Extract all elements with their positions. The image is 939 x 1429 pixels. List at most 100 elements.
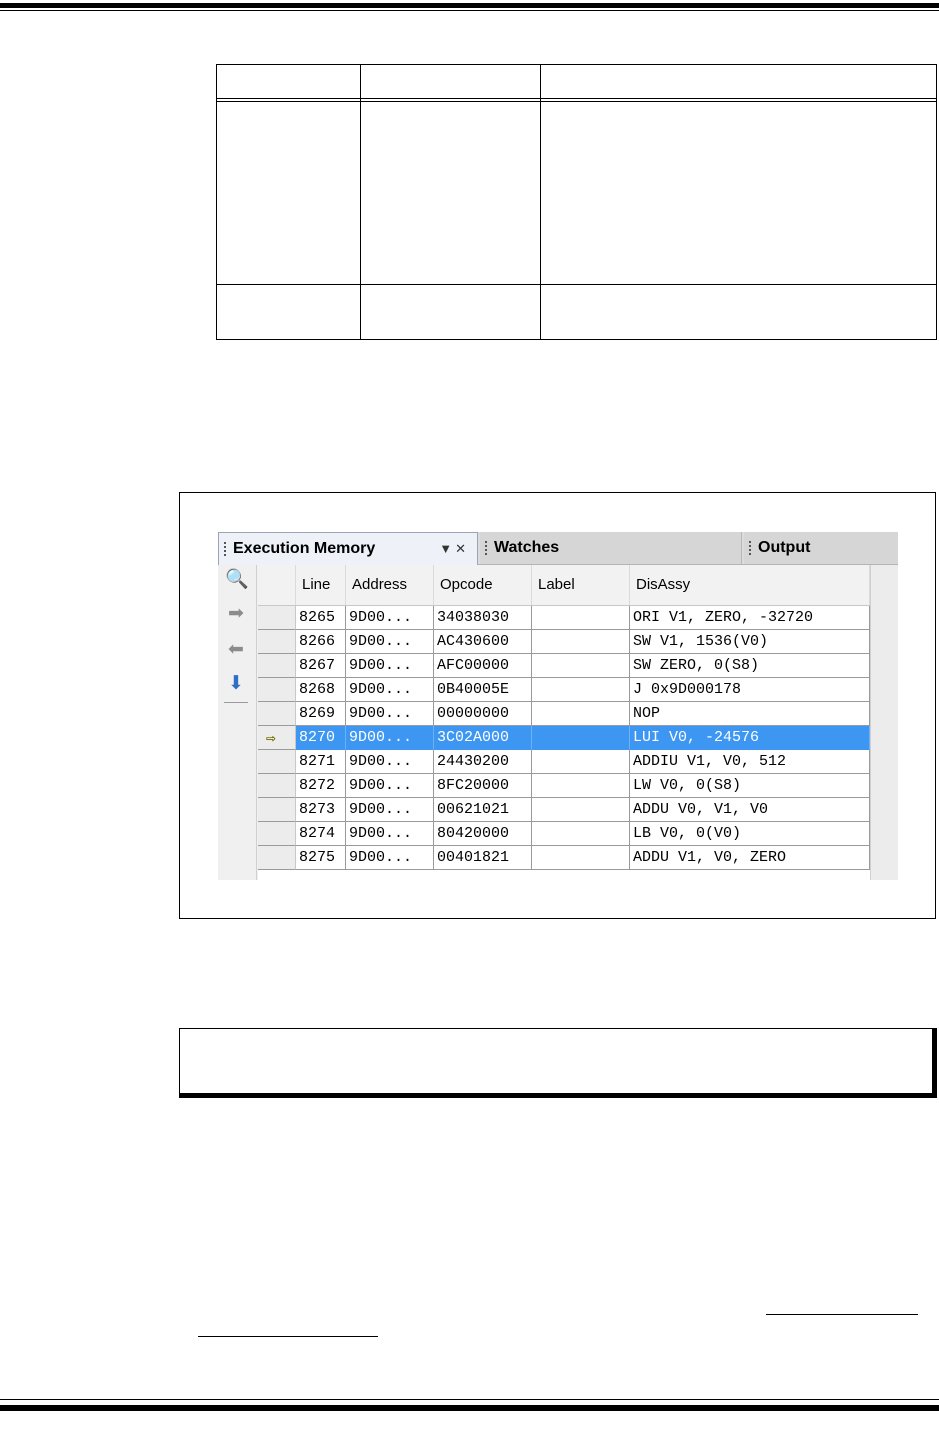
header-rule-thick (0, 3, 939, 8)
cell-line: 8268 (296, 678, 346, 702)
cell-disassy: LW V0, 0(S8) (630, 774, 870, 798)
tab-bar: Execution Memory ▼✕ Watches Output (218, 532, 898, 565)
tab-output[interactable]: Output (744, 532, 898, 564)
hyperlink-underline[interactable] (766, 1314, 918, 1315)
document-table (216, 64, 937, 340)
vertical-scrollbar[interactable] (870, 565, 898, 880)
cell-disassy: LB V0, 0(V0) (630, 822, 870, 846)
table-row-divider (217, 284, 936, 285)
cell-disassy: J 0x9D000178 (630, 678, 870, 702)
gutter-cell (258, 678, 296, 702)
cell-address: 9D00... (346, 702, 434, 726)
table-column-divider (360, 65, 361, 339)
cell-opcode: 80420000 (434, 822, 532, 846)
table-row[interactable]: 8265 9D00... 34038030 ORI V1, ZERO, -32720 (258, 606, 870, 630)
footer-rule-thin (0, 1399, 939, 1400)
table-row[interactable]: 8267 9D00... AFC00000 SW ZERO, 0(S8) (258, 654, 870, 678)
table-row-current[interactable]: ⇨ 8270 9D00... 3C02A000 LUI V0, -24576 (258, 726, 870, 750)
header-rule-thin (0, 10, 939, 11)
cell-line: 8269 (296, 702, 346, 726)
drag-grip-icon[interactable] (485, 541, 487, 555)
gutter-cell (258, 822, 296, 846)
cell-opcode: 00401821 (434, 846, 532, 870)
table-row[interactable]: 8266 9D00... AC430600 SW V1, 1536(V0) (258, 630, 870, 654)
tab-label: Watches (494, 539, 560, 556)
tab-label: Execution Memory (233, 540, 376, 557)
cell-label (532, 798, 630, 822)
tab-menu-and-close-icons[interactable]: ▼✕ (439, 533, 469, 565)
cell-label (532, 630, 630, 654)
column-header-address[interactable]: Address (346, 565, 434, 605)
cell-line: 8275 (296, 846, 346, 870)
column-header-disassy[interactable]: DisAssy (630, 565, 870, 605)
table-row[interactable]: 8273 9D00... 00621021 ADDU V0, V1, V0 (258, 798, 870, 822)
cell-label (532, 846, 630, 870)
table-row[interactable]: 8272 9D00... 8FC20000 LW V0, 0(S8) (258, 774, 870, 798)
cell-label (532, 678, 630, 702)
table-column-divider (540, 65, 541, 339)
cell-address: 9D00... (346, 774, 434, 798)
table-row[interactable]: 8274 9D00... 80420000 LB V0, 0(V0) (258, 822, 870, 846)
cell-line: 8265 (296, 606, 346, 630)
drag-grip-icon[interactable] (749, 541, 751, 555)
footer-rule-thick (0, 1405, 939, 1411)
column-header-line[interactable]: Line (296, 565, 346, 605)
cell-opcode: AC430600 (434, 630, 532, 654)
cell-opcode: 3C02A000 (434, 726, 532, 750)
table-row[interactable]: 8268 9D00... 0B40005E J 0x9D000178 (258, 678, 870, 702)
cell-address: 9D00... (346, 750, 434, 774)
go-to-pc-icon[interactable]: ⬇ (225, 673, 247, 695)
cell-line: 8266 (296, 630, 346, 654)
cell-disassy: ADDU V0, V1, V0 (630, 798, 870, 822)
cell-disassy: ADDIU V1, V0, 512 (630, 750, 870, 774)
cell-label (532, 822, 630, 846)
gutter-cell (258, 798, 296, 822)
hyperlink-underline[interactable] (198, 1336, 378, 1337)
cell-opcode: 8FC20000 (434, 774, 532, 798)
program-counter-arrow-icon: ⇨ (266, 730, 276, 748)
cell-address: 9D00... (346, 726, 434, 750)
cell-disassy: ADDU V1, V0, ZERO (630, 846, 870, 870)
gutter-cell (258, 774, 296, 798)
table-row[interactable]: 8269 9D00... 00000000 NOP (258, 702, 870, 726)
cell-line: 8267 (296, 654, 346, 678)
cell-address: 9D00... (346, 654, 434, 678)
go-back-icon[interactable]: ⬅ (225, 639, 247, 661)
gutter-cell (258, 630, 296, 654)
gutter-cell (258, 606, 296, 630)
tab-execution-memory[interactable]: Execution Memory ▼✕ (218, 532, 478, 565)
cell-label (532, 774, 630, 798)
gutter-cell (258, 702, 296, 726)
memory-toolbar: 🔍 ➡ ⬅ ⬇ (218, 565, 257, 880)
cell-disassy: NOP (630, 702, 870, 726)
table-header: Line Address Opcode Label DisAssy (258, 565, 870, 606)
cell-disassy: SW V1, 1536(V0) (630, 630, 870, 654)
cell-line: 8271 (296, 750, 346, 774)
table-row[interactable]: 8271 9D00... 24430200 ADDIU V1, V0, 512 (258, 750, 870, 774)
cell-opcode: 00000000 (434, 702, 532, 726)
memory-table: Line Address Opcode Label DisAssy 8265 9D… (258, 565, 870, 880)
table-row[interactable]: 8275 9D00... 00401821 ADDU V1, V0, ZERO (258, 846, 870, 870)
drag-grip-icon[interactable] (224, 542, 226, 556)
cell-line: 8273 (296, 798, 346, 822)
gutter-cell: ⇨ (258, 726, 296, 750)
column-header-label[interactable]: Label (532, 565, 630, 605)
cell-address: 9D00... (346, 846, 434, 870)
go-forward-icon[interactable]: ➡ (225, 603, 247, 625)
execution-memory-window: Execution Memory ▼✕ Watches Output 🔍 ➡ ⬅… (218, 532, 898, 880)
cell-address: 9D00... (346, 630, 434, 654)
tab-watches[interactable]: Watches (480, 532, 742, 564)
cell-address: 9D00... (346, 798, 434, 822)
cell-disassy: SW ZERO, 0(S8) (630, 654, 870, 678)
cell-line: 8272 (296, 774, 346, 798)
gutter-cell (258, 654, 296, 678)
cell-address: 9D00... (346, 606, 434, 630)
cell-opcode: AFC00000 (434, 654, 532, 678)
cell-label (532, 750, 630, 774)
search-icon[interactable]: 🔍 (225, 569, 249, 591)
table-header-rule-double (217, 101, 936, 102)
table-body: 8265 9D00... 34038030 ORI V1, ZERO, -32720 8… (258, 606, 870, 880)
tab-label: Output (758, 539, 811, 556)
column-header-opcode[interactable]: Opcode (434, 565, 532, 605)
toolbar-divider (224, 702, 248, 703)
